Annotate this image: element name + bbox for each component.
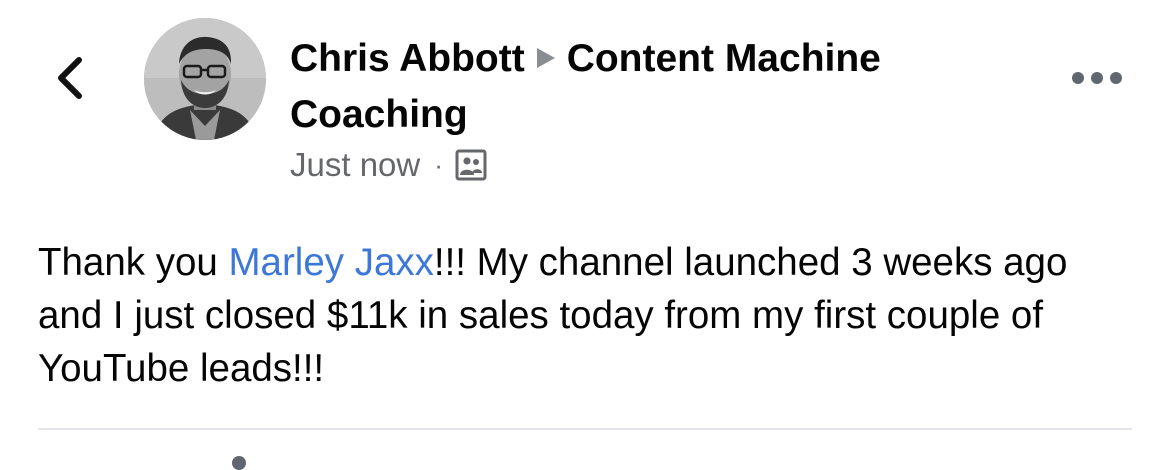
timestamp[interactable]: Just now (290, 146, 420, 184)
avatar[interactable] (144, 18, 266, 140)
ellipsis-icon (1072, 72, 1122, 84)
post-text: Thank you Marley Jaxx!!! My channel laun… (38, 236, 1138, 395)
profile-photo (144, 18, 266, 140)
post-meta: Just now · (290, 142, 487, 188)
post-text-intro: Thank you (38, 241, 229, 284)
author-name[interactable]: Chris Abbott (290, 37, 525, 80)
back-button[interactable] (48, 52, 92, 104)
mention-link[interactable]: Marley Jaxx (228, 241, 433, 284)
divider (38, 428, 1132, 430)
more-options-button[interactable] (1066, 62, 1128, 94)
triangle-right-icon (535, 32, 557, 83)
group-members-icon[interactable] (455, 149, 487, 181)
reaction-icon[interactable] (232, 456, 246, 470)
chevron-left-icon (58, 57, 82, 99)
post-author-line: Chris Abbott Content Machine Coaching (290, 32, 1010, 140)
meta-separator: · (434, 149, 443, 180)
